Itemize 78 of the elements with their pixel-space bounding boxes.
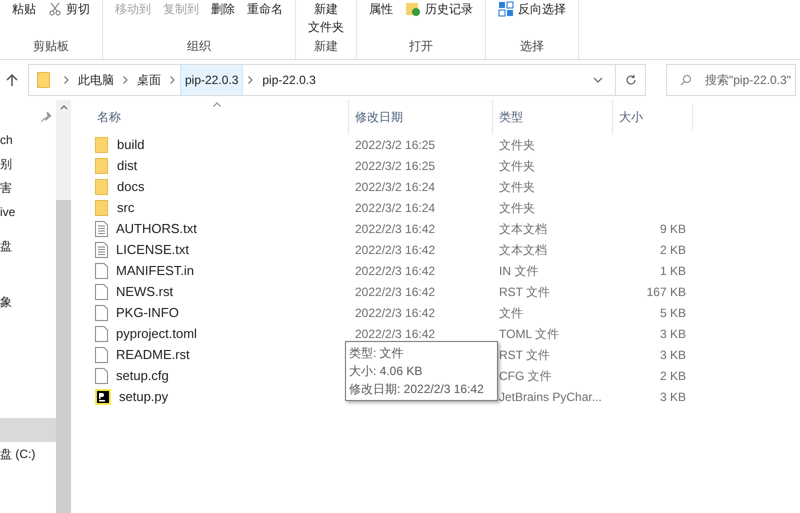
sidebar-item[interactable]: ive <box>0 200 56 224</box>
ribbon-button[interactable]: 重命名 <box>247 0 283 18</box>
ribbon-button[interactable]: 粘贴 <box>12 0 36 18</box>
ribbon-button[interactable]: 新建文件夹 <box>308 0 344 36</box>
modified-date: 2022/2/3 16:42 <box>355 306 436 320</box>
file-name: pyproject.toml <box>116 324 197 343</box>
sidebar-item[interactable]: 别 <box>0 152 56 176</box>
column-header[interactable]: 大小 <box>612 100 692 134</box>
file-type: 文件夹 <box>499 138 535 152</box>
sidebar-item[interactable]: ch <box>0 128 56 152</box>
file-size: 3 KB <box>660 348 686 362</box>
ribbon-group-label: 剪贴板 <box>32 38 70 55</box>
column-header[interactable]: 修改日期 <box>348 100 492 134</box>
file-size: 1 KB <box>660 264 686 278</box>
breadcrumb[interactable]: pip-22.0.3 <box>258 65 320 95</box>
file-type: 文本文档 <box>499 242 547 256</box>
file-size: 5 KB <box>660 306 686 320</box>
tooltip-line: 大小: 4.06 KB <box>349 363 424 380</box>
breadcrumb[interactable]: pip-22.0.3 <box>180 65 244 95</box>
column-header[interactable]: 名称 <box>91 100 348 134</box>
modified-date: 2022/3/2 16:25 <box>355 158 436 172</box>
file-type: IN 文件 <box>499 264 538 278</box>
file-name: build <box>117 136 144 154</box>
ribbon-button[interactable]: 历史记录 <box>405 0 473 18</box>
ribbon-button[interactable]: 属性 <box>369 0 393 18</box>
tooltip-line: 修改日期: 2022/2/3 16:42 <box>349 381 485 398</box>
breadcrumb[interactable]: 此电脑 <box>74 65 118 95</box>
file-name: setup.py <box>119 388 168 406</box>
ribbon-group-label: 组织 <box>186 38 212 55</box>
modified-date: 2022/2/3 16:42 <box>355 222 436 236</box>
file-name: LICENSE.txt <box>116 240 189 259</box>
file-size: 3 KB <box>660 326 686 340</box>
file-name: PKG-INFO <box>116 304 179 322</box>
sidebar-item[interactable]: 象 <box>0 290 56 314</box>
column-header[interactable]: 类型 <box>492 100 612 134</box>
file-name: MANIFEST.in <box>116 262 194 280</box>
file-name: src <box>117 198 134 217</box>
sidebar-item[interactable]: 盘 <box>0 234 56 258</box>
modified-date: 2022/3/2 16:24 <box>355 200 436 214</box>
breadcrumb[interactable]: 桌面 <box>133 65 165 95</box>
modified-date: 2022/2/3 16:42 <box>355 326 436 340</box>
file-type: 文件夹 <box>499 180 535 194</box>
file-type: 文本文档 <box>499 222 547 236</box>
file-size: 9 KB <box>660 222 686 236</box>
modified-date: 2022/3/2 16:24 <box>355 180 436 194</box>
modified-date: 2022/2/3 16:42 <box>355 264 436 278</box>
file-size: 2 KB <box>660 242 686 256</box>
address-bar[interactable]: 此电脑 桌面 pip-22.0.3 pip-22.0.3 <box>28 64 646 96</box>
ribbon-group-label: 选择 <box>519 38 545 55</box>
file-size: 2 KB <box>660 368 686 382</box>
file-name: dist <box>117 156 138 175</box>
file-type: RST 文件 <box>499 348 550 362</box>
file-type: JetBrains PyChar... <box>499 390 602 404</box>
file-type: CFG 文件 <box>499 368 552 382</box>
file-type: TOML 文件 <box>499 326 560 340</box>
modified-date: 2022/3/2 16:25 <box>355 138 436 152</box>
ribbon-button[interactable]: 删除 <box>211 0 235 18</box>
file-name: docs <box>117 178 144 196</box>
file-name: NEWS.rst <box>116 282 174 301</box>
file-type: 文件 <box>499 306 523 320</box>
sidebar-item[interactable]: 盘 (C:) <box>0 442 56 466</box>
file-name: AUTHORS.txt <box>116 220 197 238</box>
search-field[interactable]: 搜索"pip-22.0.3" <box>666 64 796 96</box>
sidebar-item[interactable]: 害 <box>0 176 56 200</box>
file-size: 167 KB <box>646 284 686 298</box>
file-type: 文件夹 <box>499 158 535 172</box>
file-type: RST 文件 <box>499 284 550 298</box>
file-type: 文件夹 <box>499 200 535 214</box>
file-size: 3 KB <box>660 390 686 404</box>
modified-date: 2022/2/3 16:42 <box>355 242 436 256</box>
ribbon-button[interactable]: 剪切 <box>48 0 90 18</box>
file-name: setup.cfg <box>116 366 169 385</box>
ribbon-group-label: 打开 <box>408 38 434 55</box>
file-name: README.rst <box>116 346 190 364</box>
tooltip-line: 类型: 文件 <box>349 345 405 362</box>
ribbon-group-label: 新建 <box>313 38 339 55</box>
modified-date: 2022/2/3 16:42 <box>355 284 436 298</box>
ribbon-button[interactable]: 反向选择 <box>498 0 566 18</box>
